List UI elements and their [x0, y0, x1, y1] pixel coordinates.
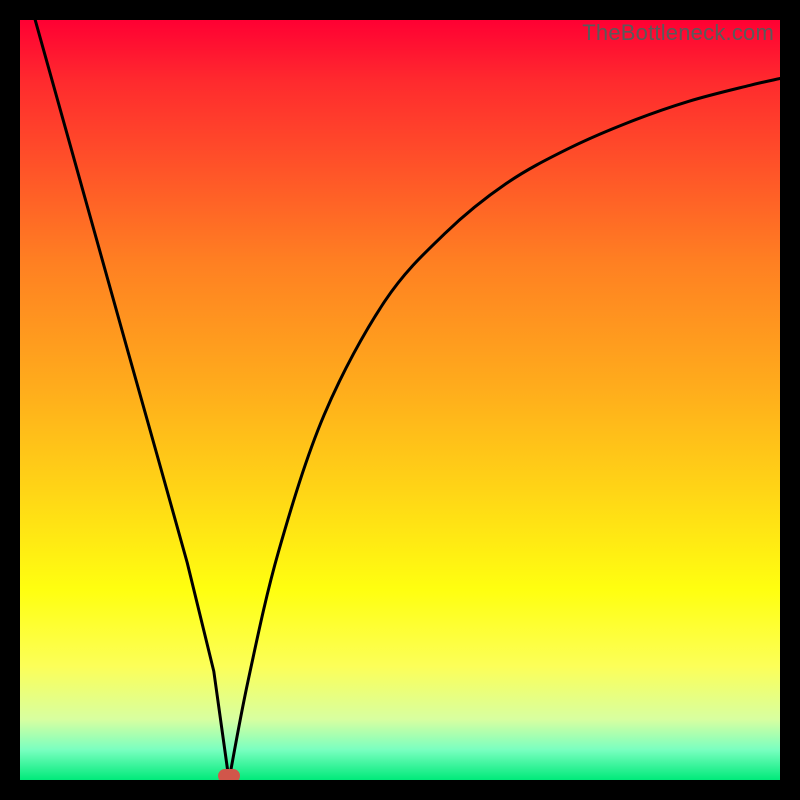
bottleneck-curve: [20, 20, 780, 780]
curve-path: [35, 20, 780, 780]
chart-frame: TheBottleneck.com: [0, 0, 800, 800]
plot-area: TheBottleneck.com: [20, 20, 780, 780]
optimum-marker: [218, 769, 240, 780]
